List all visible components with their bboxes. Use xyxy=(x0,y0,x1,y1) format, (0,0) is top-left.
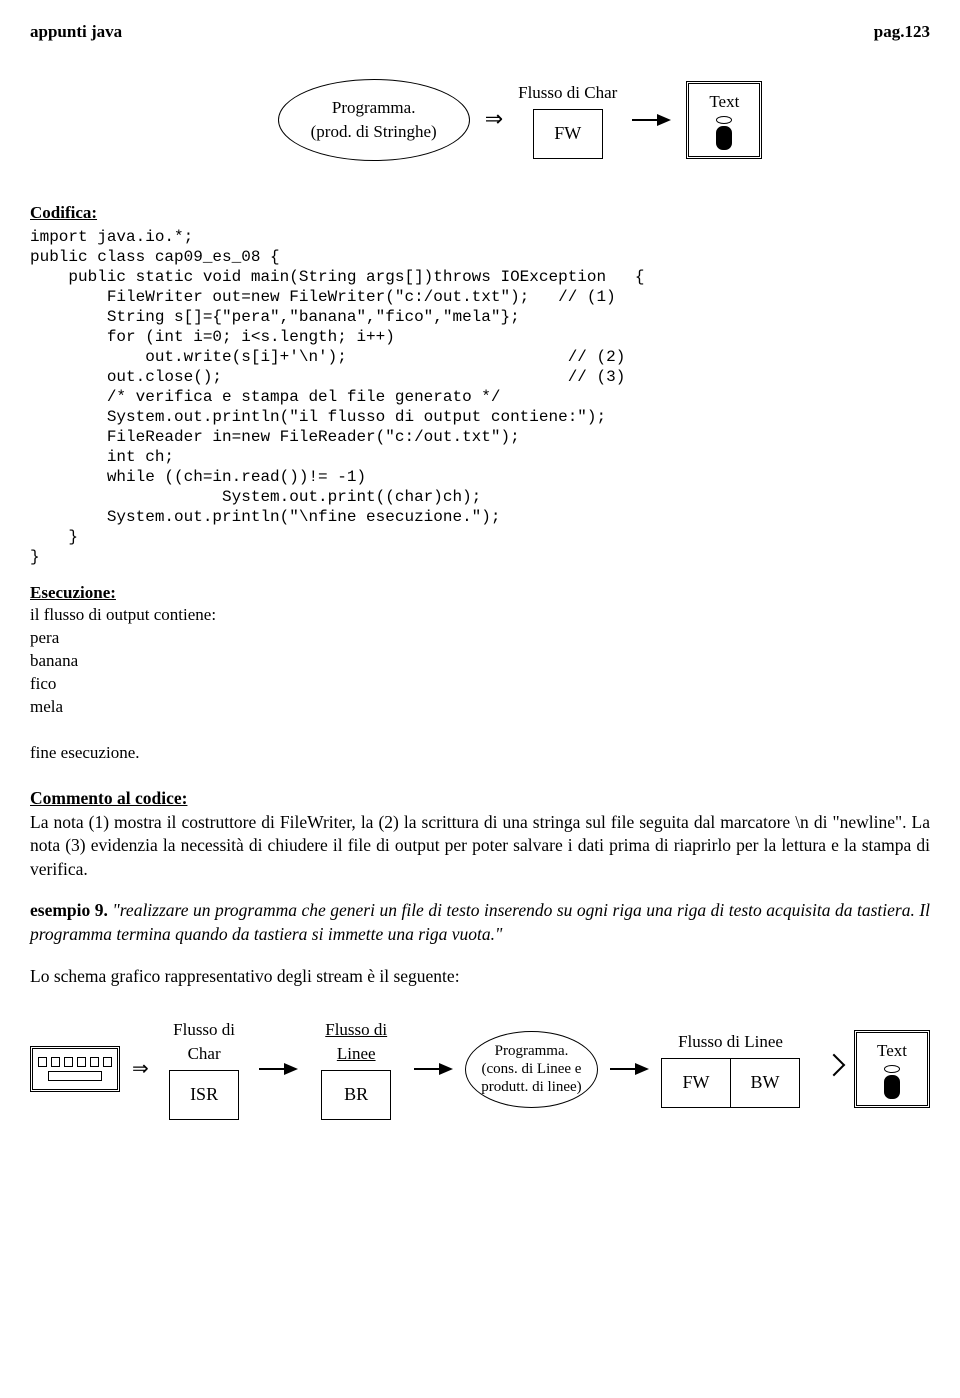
bw-box: BW xyxy=(731,1058,800,1108)
keyboard-icon xyxy=(30,1046,120,1092)
br-column: Flusso di Linee BR xyxy=(310,1018,402,1120)
connector-icon: ⇒ xyxy=(485,104,503,135)
commento-text: La nota (1) mostra il costruttore di Fil… xyxy=(30,812,930,879)
ellipse-line1: Programma. xyxy=(332,96,416,120)
isr-column: Flusso di Char ISR xyxy=(161,1018,248,1120)
exec-line: banana xyxy=(30,650,930,673)
flow-label-linee2: Flusso di Linee xyxy=(678,1030,783,1054)
isr-box: ISR xyxy=(169,1070,239,1120)
execution-output: il flusso di output contiene: pera banan… xyxy=(30,604,930,765)
flow-label-char2: Flusso di Char xyxy=(161,1018,248,1066)
disk-icon xyxy=(716,126,732,150)
disk-top-icon xyxy=(716,116,732,124)
flow-label-linee1: Flusso di Linee xyxy=(310,1018,402,1066)
page-header: appunti java pag.123 xyxy=(30,20,930,44)
exec-line: mela xyxy=(30,696,930,719)
connector-icon: ⇒ xyxy=(132,1055,149,1083)
arrow-icon xyxy=(259,1063,298,1075)
ellipse2-line3: produtt. di linee) xyxy=(481,1078,581,1096)
disk-icon xyxy=(884,1075,900,1099)
exec-line: il flusso di output contiene: xyxy=(30,604,930,627)
ellipse2-line2: (cons. di Linee e xyxy=(482,1060,582,1078)
fw-bw-column: Flusso di Linee FW BW xyxy=(661,1030,800,1108)
schema-intro: Lo schema grafico rappresentativo degli … xyxy=(30,965,930,989)
fw-column: Flusso di Char FW xyxy=(518,81,617,159)
section-esecuzione: Esecuzione: xyxy=(30,581,930,605)
exec-line: fico xyxy=(30,673,930,696)
code-block: import java.io.*; public class cap09_es_… xyxy=(30,227,930,567)
ellipse-line2: (prod. di Stringhe) xyxy=(311,120,437,144)
diagram-bottom: ⇒ Flusso di Char ISR Flusso di Linee BR … xyxy=(30,1018,930,1120)
arrow-icon xyxy=(632,114,671,126)
header-right: pag.123 xyxy=(874,20,930,44)
open-connector-icon xyxy=(812,1057,842,1080)
section-codifica: Codifica: xyxy=(30,201,930,225)
fw-box-2: FW xyxy=(661,1058,731,1108)
text-file-box: Text xyxy=(686,81,762,159)
ellipse2-line1: Programma. xyxy=(495,1042,569,1060)
fw-box: FW xyxy=(533,109,603,159)
text-label-2: Text xyxy=(877,1039,907,1063)
text-file-box-2: Text xyxy=(854,1030,930,1108)
section-esempio9: esempio 9. xyxy=(30,900,108,920)
text-label: Text xyxy=(709,90,739,114)
commento-block: Commento al codice: La nota (1) mostra i… xyxy=(30,787,930,882)
exec-line: pera xyxy=(30,627,930,650)
flow-label-char: Flusso di Char xyxy=(518,81,617,105)
br-box: BR xyxy=(321,1070,391,1120)
esempio9-block: esempio 9. "realizzare un programma che … xyxy=(30,899,930,946)
programma-node: Programma. (prod. di Stringhe) xyxy=(278,79,470,161)
programma-node-2: Programma. (cons. di Linee e produtt. di… xyxy=(465,1031,598,1108)
disk-top-icon xyxy=(884,1065,900,1073)
diagram-top: Programma. (prod. di Stringhe) ⇒ Flusso … xyxy=(110,79,930,161)
exec-line: fine esecuzione. xyxy=(30,742,930,765)
esempio9-text: "realizzare un programma che generi un f… xyxy=(30,900,930,944)
arrow-icon xyxy=(414,1063,453,1075)
arrow-icon xyxy=(610,1063,649,1075)
header-left: appunti java xyxy=(30,20,122,44)
section-commento: Commento al codice: xyxy=(30,788,187,808)
